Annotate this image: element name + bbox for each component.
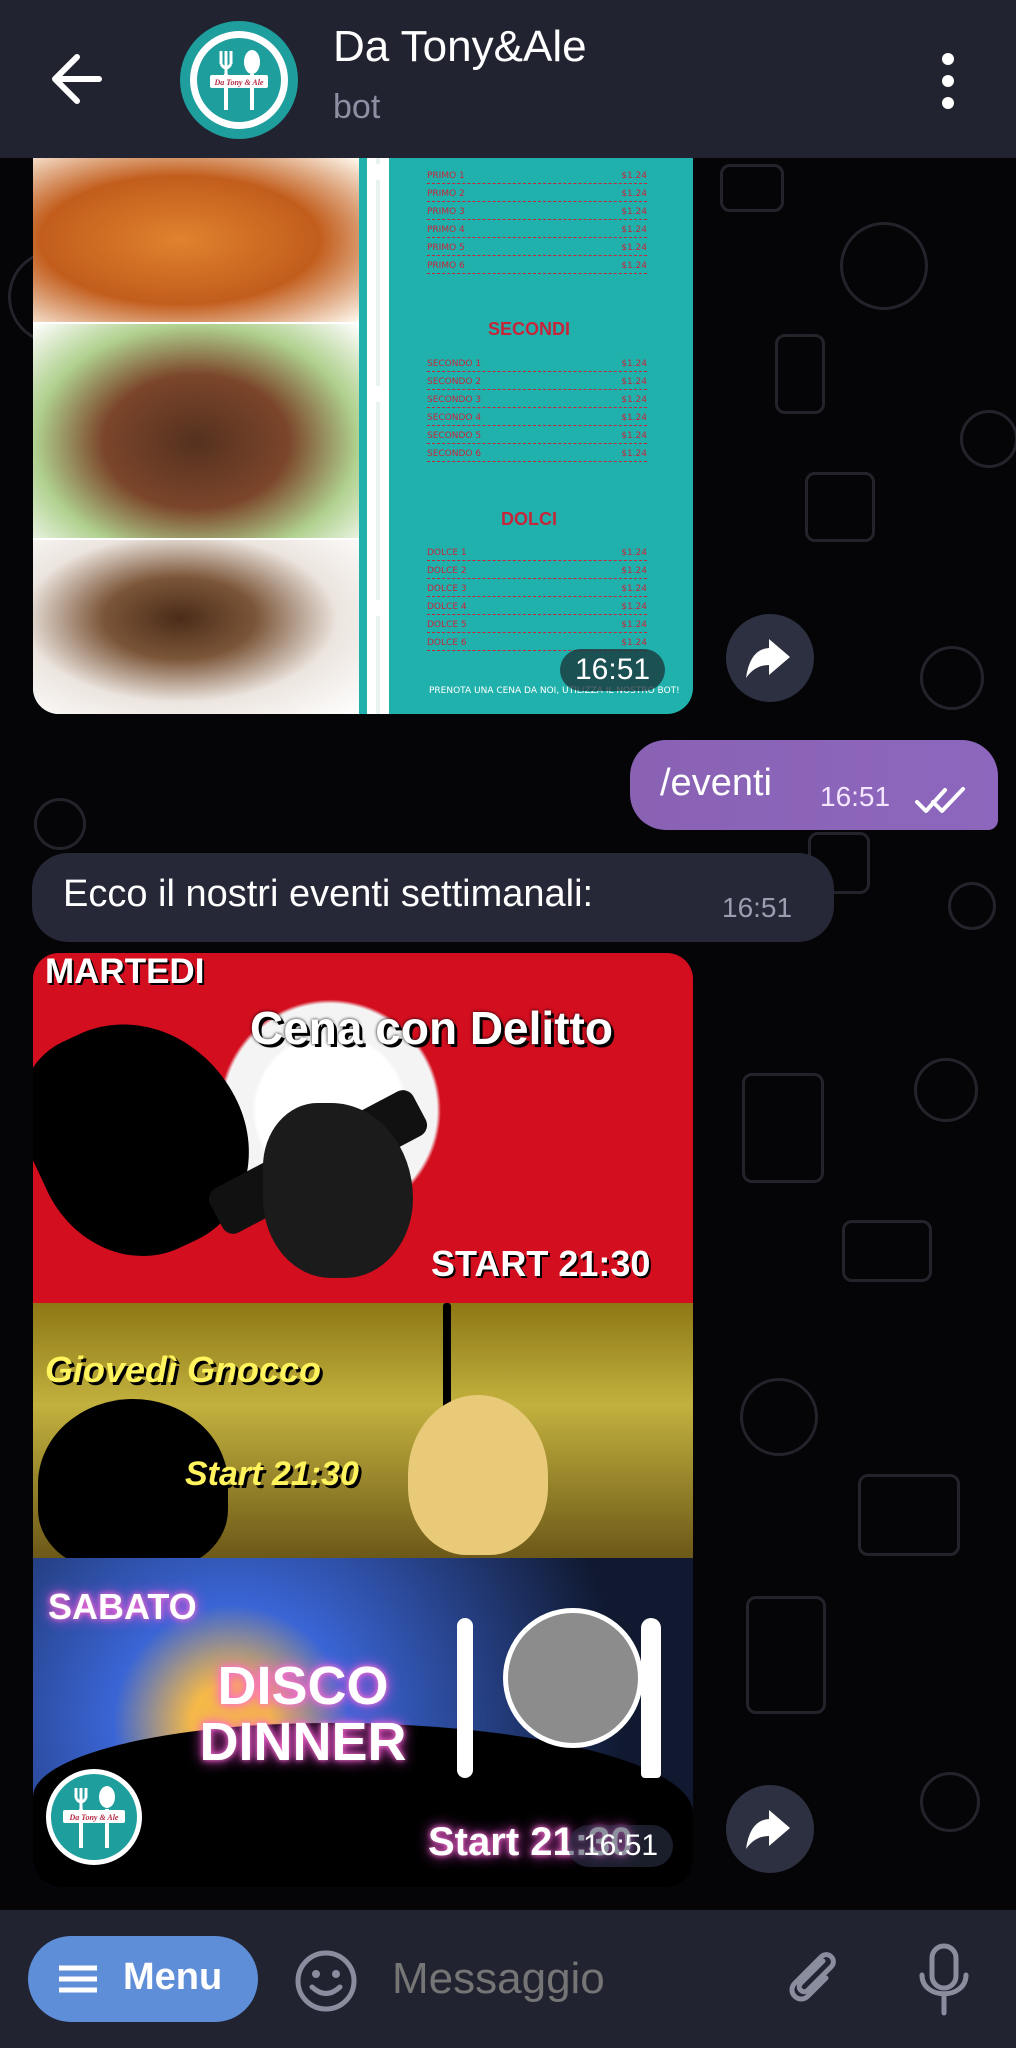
paperclip-icon bbox=[789, 1952, 836, 2002]
background-doodle bbox=[920, 646, 984, 710]
chat-header: Da Tony & Ale Da Tony&Ale bot bbox=[0, 0, 1016, 158]
giovedi-poster-section: Giovedì Gnocco Start 21:30 bbox=[33, 1303, 693, 1569]
restaurant-logo-icon: Da Tony & Ale bbox=[63, 1786, 125, 1848]
menu-item: PRIMO 5 $1.24 bbox=[427, 243, 647, 256]
microphone-icon bbox=[919, 1943, 969, 2016]
events-image-timestamp: 16:51 bbox=[568, 1825, 674, 1867]
cutlery-divider bbox=[367, 158, 389, 714]
outgoing-message-text: /eventi bbox=[660, 762, 772, 804]
share-button-events[interactable] bbox=[726, 1785, 814, 1873]
cutlery-icon bbox=[370, 158, 386, 714]
background-doodle bbox=[740, 1378, 818, 1456]
disco-ball bbox=[503, 1608, 643, 1748]
chat-subtitle: bot bbox=[333, 88, 381, 126]
martedi-poster-section: MARTEDI Cena con Delitto START 21:30 bbox=[33, 953, 693, 1303]
cake-photo bbox=[33, 540, 359, 714]
secondi-heading: SECONDI bbox=[487, 319, 570, 339]
more-vertical-icon bbox=[942, 53, 954, 109]
back-arrow-icon bbox=[52, 54, 102, 104]
gnocco-character bbox=[408, 1395, 548, 1555]
incoming-message-time: 16:51 bbox=[722, 892, 793, 923]
bot-menu-button[interactable]: Menu bbox=[28, 1936, 258, 2022]
steak-photo bbox=[33, 324, 359, 538]
giovedi-start-time: Start 21:30 bbox=[185, 1455, 359, 1493]
menu-item: DOLCE 1 $1.24 bbox=[427, 548, 647, 561]
menu-photo-column bbox=[33, 158, 359, 714]
menu-item: PRIMO 4 $1.24 bbox=[427, 225, 647, 238]
back-button[interactable] bbox=[42, 48, 112, 110]
chat-title[interactable]: Da Tony&Ale bbox=[333, 22, 587, 72]
avatar-logo: Da Tony & Ale bbox=[197, 38, 281, 122]
menu-item: PRIMO 2 $1.24 bbox=[427, 189, 647, 202]
cena-con-delitto-label: Cena con Delitto bbox=[250, 1002, 613, 1054]
menu-item: SECONDO 3 $1.24 bbox=[427, 395, 647, 408]
incoming-message-text: Ecco il nostri eventi settimanali: bbox=[63, 873, 594, 915]
martedi-label: MARTEDI bbox=[45, 953, 205, 991]
menu-text-column: PRIMO 1 $1.24 PRIMO 2 $1.24 PRIMO 3 $1.24 P… bbox=[389, 158, 693, 714]
background-doodle bbox=[914, 1058, 978, 1122]
menu-item: DOLCE 5 $1.24 bbox=[427, 620, 647, 633]
menu-item: SECONDO 5 $1.24 bbox=[427, 431, 647, 444]
bot-avatar[interactable]: Da Tony & Ale bbox=[180, 21, 298, 139]
emoji-icon bbox=[295, 1950, 357, 2012]
menu-item: SECONDO 6 $1.24 bbox=[427, 449, 647, 462]
logo-text: Da Tony & Ale bbox=[69, 1813, 119, 1822]
background-doodle bbox=[34, 798, 86, 850]
menu-item: PRIMO 3 $1.24 bbox=[427, 207, 647, 220]
background-doodle bbox=[775, 334, 825, 414]
menu-item: SECONDO 2 $1.24 bbox=[427, 377, 647, 390]
background-doodle bbox=[720, 164, 784, 212]
microphone-button[interactable] bbox=[915, 1942, 973, 2018]
background-doodle bbox=[960, 410, 1016, 468]
avatar-text: Da Tony & Ale bbox=[214, 78, 264, 87]
martedi-start-time: START 21:30 bbox=[431, 1243, 651, 1284]
hand-silhouette bbox=[33, 985, 284, 1289]
message-composer: Menu bbox=[0, 1910, 1016, 2048]
outgoing-message[interactable]: /eventi 16:51 bbox=[630, 740, 998, 830]
background-doodle bbox=[842, 1220, 932, 1282]
events-logo: Da Tony & Ale bbox=[46, 1769, 142, 1865]
menu-item: DOLCE 4 $1.24 bbox=[427, 602, 647, 615]
share-icon bbox=[746, 1810, 790, 1849]
background-doodle bbox=[858, 1474, 960, 1556]
background-doodle bbox=[742, 1073, 824, 1183]
menu-image-timestamp: 16:51 bbox=[560, 649, 666, 691]
menu-button-label: Menu bbox=[123, 1956, 223, 1998]
attach-button[interactable] bbox=[778, 1944, 844, 2010]
menu-item: PRIMO 6 $1.24 bbox=[427, 261, 647, 274]
share-button-menu[interactable] bbox=[726, 614, 814, 702]
events-image-message[interactable]: MARTEDI Cena con Delitto START 21:30 Gio… bbox=[33, 953, 693, 1887]
hamburger-menu-icon bbox=[59, 1965, 97, 1993]
spoon-icon bbox=[641, 1618, 661, 1778]
background-doodle bbox=[920, 1772, 980, 1832]
background-doodle bbox=[948, 882, 996, 930]
sabato-label: SABATO bbox=[48, 1586, 197, 1627]
menu-item: SECONDO 4 $1.24 bbox=[427, 413, 647, 426]
pasta-photo bbox=[33, 158, 359, 322]
dolci-heading: DOLCI bbox=[501, 509, 557, 529]
restaurant-logo-icon: Da Tony & Ale bbox=[210, 50, 268, 110]
disco-dinner-label: DISCO DINNER bbox=[199, 1656, 407, 1772]
message-input[interactable] bbox=[390, 1930, 754, 2028]
more-button[interactable] bbox=[930, 52, 966, 110]
menu-item: DOLCE 2 $1.24 bbox=[427, 566, 647, 579]
giovedi-gnocco-label: Giovedì Gnocco bbox=[45, 1349, 322, 1390]
fork-icon bbox=[457, 1618, 473, 1778]
emoji-button[interactable] bbox=[293, 1948, 359, 2014]
menu-image-message[interactable]: PRIMO 1 $1.24 PRIMO 2 $1.24 PRIMO 3 $1.24 P… bbox=[33, 158, 693, 714]
background-doodle bbox=[805, 472, 875, 542]
share-icon bbox=[746, 639, 790, 678]
background-doodle bbox=[840, 222, 928, 310]
outgoing-message-time: 16:51 bbox=[820, 781, 891, 812]
double-check-icon bbox=[915, 787, 965, 813]
menu-item: PRIMO 1 $1.24 bbox=[427, 171, 647, 184]
menu-item: DOLCE 3 $1.24 bbox=[427, 584, 647, 597]
background-doodle bbox=[746, 1596, 826, 1714]
incoming-message[interactable]: Ecco il nostri eventi settimanali: 16:51 bbox=[32, 853, 834, 942]
menu-item: SECONDO 1 $1.24 bbox=[427, 359, 647, 372]
